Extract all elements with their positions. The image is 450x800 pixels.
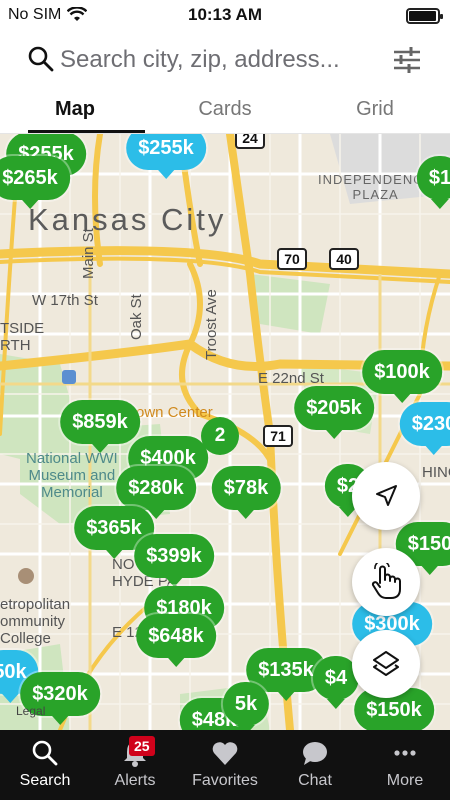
nav-chat-label: Chat [298,772,332,789]
map-legal-link[interactable]: Legal [16,704,45,718]
highway-shield-24: 24 [235,134,265,149]
bottom-nav: Search 25 Alerts Favorites Chat More [0,730,450,800]
layers-icon [373,651,399,676]
price-pin[interactable]: $255k [126,134,206,179]
map-label-tside: TSIDE RTH [0,320,44,354]
search-input[interactable] [60,42,380,78]
price-pin[interactable]: $648k [136,614,216,667]
tside-text: TSIDE RTH [0,320,45,354]
price-pin[interactable]: $265k [0,156,70,209]
search-icon [28,46,54,72]
view-tabs: Map Cards Grid [0,90,450,134]
heart-icon [212,742,238,765]
alerts-badge: 25 [129,736,155,756]
map-label-oak-st: Oak St [128,294,145,340]
nav-search-label: Search [19,772,71,789]
nav-alerts-label: Alerts [114,772,156,789]
price-pin[interactable]: $230 [399,402,450,455]
locate-me-button[interactable] [352,462,420,530]
price-pin[interactable]: $399k [134,534,214,587]
college-icon [18,568,34,584]
search-icon [32,740,58,766]
map-view[interactable]: Kansas City INDEPENDENCE PLAZA W 17th St… [0,134,450,730]
tab-cards[interactable]: Cards [150,90,300,133]
nav-chat[interactable]: Chat [270,730,360,800]
more-dots-icon [394,750,416,756]
tab-grid[interactable]: Grid [300,90,450,133]
battery-icon [406,8,443,24]
highway-shield-40: 40 [329,248,359,270]
map-label-town-center: own Center [136,404,213,421]
price-pin[interactable]: $78k [211,466,281,519]
nav-more[interactable]: More [360,730,450,800]
search-bar [0,36,450,86]
wwi-museum-text: National WWI Museum and Memorial [26,450,118,501]
listing-cluster[interactable]: 2 [201,417,239,455]
metro-cc-text: etropolitan ommunity College [0,596,71,647]
price-pin[interactable]: $100k [362,350,442,403]
map-label-metro-cc: etropolitan ommunity College [0,596,70,647]
draw-area-button[interactable] [352,548,420,616]
highway-shield-71: 71 [263,425,293,447]
nav-favorites-label: Favorites [192,772,258,789]
nav-alerts[interactable]: 25 Alerts [90,730,180,800]
price-pin[interactable]: $859k [60,400,140,453]
map-label-troost: Troost Ave [203,289,220,360]
map-label-e22nd: E 22nd St [258,370,324,387]
location-arrow-icon [376,485,397,506]
chat-bubble-icon [303,742,327,765]
map-label-wwi-museum: National WWI Museum and Memorial [26,450,118,501]
tab-map[interactable]: Map [0,90,150,133]
status-time: 10:13 AM [187,5,262,24]
map-label-w17th: W 17th St [32,292,98,309]
filter-sliders-icon[interactable] [390,43,424,77]
transit-icon [62,370,76,384]
highway-shield-70: 70 [277,248,307,270]
hand-pointer-icon [371,563,401,599]
map-label-hing: HING [422,464,450,481]
map-label-main-st: Main St [80,228,97,279]
nav-more-label: More [386,772,424,789]
nav-search[interactable]: Search [0,730,90,800]
map-label-city: Kansas City [28,202,227,237]
price-pin[interactable]: $205k [294,386,374,439]
map-layers-button[interactable] [352,630,420,698]
nav-favorites[interactable]: Favorites [180,730,270,800]
price-pin[interactable]: 5k [222,682,270,730]
status-bar: No SIM 10:13 AM [0,0,450,32]
price-pin[interactable]: $280k [116,466,196,519]
